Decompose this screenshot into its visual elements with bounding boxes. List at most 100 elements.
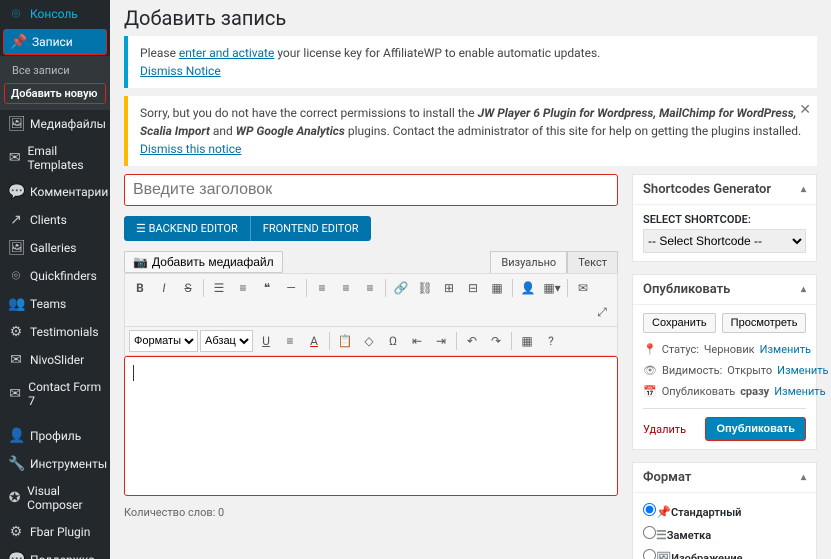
sidebar-item-8[interactable]: 👥Teams: [0, 290, 110, 318]
align-left-icon[interactable]: ≡: [311, 277, 333, 299]
text-tab[interactable]: Текст: [567, 251, 618, 273]
justify-icon[interactable]: ≡: [279, 330, 301, 352]
sidebar-item-12[interactable]: 👤Профиль: [0, 422, 110, 450]
chevron-up-icon: ▴: [801, 184, 806, 195]
align-center-icon[interactable]: ≡: [335, 277, 357, 299]
frontend-editor-tab[interactable]: FRONTEND EDITOR: [250, 216, 371, 241]
sidebar-item-5[interactable]: ↗Clients: [0, 206, 110, 234]
help-icon[interactable]: ?: [540, 330, 562, 352]
camera-icon: 📷: [133, 255, 148, 269]
activate-link[interactable]: enter and activate: [179, 46, 274, 60]
format-option-1[interactable]: ☰Заметка: [643, 524, 806, 544]
shortcode-select[interactable]: -- Select Shortcode --: [643, 229, 806, 253]
metabox-heading[interactable]: Формат▴: [633, 463, 816, 493]
sidebar-icon: ✉: [8, 386, 22, 402]
align-right-icon[interactable]: ≡: [359, 277, 381, 299]
sidebar-item-1[interactable]: 📌Записи: [3, 29, 107, 55]
number-list-icon[interactable]: ≡: [232, 277, 254, 299]
format-option-0[interactable]: 📌Стандартный: [643, 501, 806, 521]
sidebar-icon: ✉: [8, 150, 21, 166]
admin-sidebar: ⌾Консоль📌Записи Все записиДобавить новую 🖼…: [0, 0, 110, 559]
clear-icon[interactable]: ◇: [358, 330, 380, 352]
paragraph-select[interactable]: Абзац: [200, 330, 253, 352]
link-icon[interactable]: 🔗: [390, 277, 412, 299]
shortcodes-metabox: Shortcodes Generator▴ SELECT SHORTCODE: …: [632, 174, 817, 262]
sidebar-icon: 👥: [8, 296, 24, 312]
sidebar-label: Поддержка: [30, 553, 95, 559]
sidebar-item-14[interactable]: ✪Visual Composer: [0, 478, 110, 518]
table-icon[interactable]: ▦▾: [541, 277, 563, 299]
affiliate-notice: Please enter and activate your license k…: [124, 36, 817, 88]
page-title: Добавить запись: [124, 6, 817, 30]
metabox-heading[interactable]: Shortcodes Generator▴: [633, 175, 816, 205]
edit-status-link[interactable]: Изменить: [760, 343, 811, 356]
underline-icon[interactable]: U: [255, 330, 277, 352]
close-icon[interactable]: ✕: [799, 100, 811, 121]
sidebar-item-10[interactable]: ✉NivoSlider: [0, 346, 110, 374]
hr-icon[interactable]: —: [280, 277, 302, 299]
toolbar-toggle-icon[interactable]: ▦: [486, 277, 508, 299]
sidebar-item-3[interactable]: ✉Email Templates: [0, 138, 110, 178]
sidebar-item-9[interactable]: ⚙Testimonials: [0, 318, 110, 346]
sidebar-item-16[interactable]: 💬 Поддержка: [0, 546, 110, 559]
format-radio[interactable]: [643, 503, 656, 516]
undo-icon[interactable]: ↶: [461, 330, 483, 352]
preview-button[interactable]: Просмотреть: [722, 313, 807, 333]
delete-link[interactable]: Удалить: [643, 423, 686, 436]
format-icon: 🖼: [656, 551, 671, 559]
dismiss-link[interactable]: Dismiss Notice: [140, 64, 221, 78]
sidebar-item-7[interactable]: ⌾Quickfinders: [0, 262, 110, 290]
outdent-icon[interactable]: ⇤: [406, 330, 428, 352]
format-radio[interactable]: [643, 549, 656, 559]
format-option-2[interactable]: 🖼Изображение: [643, 547, 806, 559]
text-color-icon[interactable]: A: [303, 330, 325, 352]
bullet-list-icon[interactable]: ☰: [208, 277, 230, 299]
editor-toolbar-row2: Форматы Абзац U ≡ A 📋 ◇ Ω ⇤ ⇥ ↶ ↷ ▦: [124, 327, 618, 356]
more-icon2[interactable]: ⊟: [462, 277, 484, 299]
special-char-icon[interactable]: Ω: [382, 330, 404, 352]
add-media-button[interactable]: 📷Добавить медиафайл: [124, 251, 283, 273]
dismiss-link[interactable]: Dismiss this notice: [140, 142, 241, 156]
sidebar-label: Профиль: [30, 429, 81, 443]
save-draft-button[interactable]: Сохранить: [643, 313, 716, 333]
formats-select[interactable]: Форматы: [129, 330, 198, 352]
content-editor[interactable]: [124, 356, 618, 496]
edit-schedule-link[interactable]: Изменить: [774, 385, 825, 398]
metabox-heading[interactable]: Опубликовать▴: [633, 275, 816, 305]
post-title-input[interactable]: [124, 174, 618, 206]
unlink-icon[interactable]: ⛓: [414, 277, 436, 299]
sidebar-item-4[interactable]: 💬Комментарии: [0, 178, 110, 206]
strike-icon[interactable]: S: [177, 277, 199, 299]
paste-text-icon[interactable]: 📋: [334, 330, 356, 352]
sidebar-item-11[interactable]: ✉Contact Form 7: [0, 374, 110, 414]
notice-text: and: [210, 124, 236, 138]
sidebar-icon: ↗: [8, 212, 24, 228]
schedule-label: Опубликовать: [662, 385, 735, 398]
sidebar-item-15[interactable]: ⚙Fbar Plugin: [0, 518, 110, 546]
sidebar-item-13[interactable]: 🔧Инструменты: [0, 450, 110, 478]
quote-icon[interactable]: ❝: [256, 277, 278, 299]
redo-icon[interactable]: ↷: [485, 330, 507, 352]
sidebar-icon: ✪: [8, 490, 21, 506]
sidebar-icon: 💬: [8, 552, 24, 559]
italic-icon[interactable]: I: [153, 277, 175, 299]
user-icon[interactable]: 👤: [517, 277, 539, 299]
notice-text: Please: [140, 46, 179, 60]
publish-button[interactable]: Опубликовать: [705, 417, 806, 441]
format-icon: ☰: [656, 528, 667, 542]
format-radio[interactable]: [643, 526, 656, 539]
sidebar-item-2[interactable]: 🖼Медиафайлы: [0, 110, 110, 138]
submenu-item-0[interactable]: Все записи: [0, 60, 110, 81]
bold-icon[interactable]: B: [129, 277, 151, 299]
shortcode-icon[interactable]: ▦: [516, 330, 538, 352]
indent-icon[interactable]: ⇥: [430, 330, 452, 352]
submenu-item-1[interactable]: Добавить новую: [4, 83, 106, 104]
envelope-icon[interactable]: ✉: [572, 277, 594, 299]
sidebar-item-6[interactable]: 🖼Galleries: [0, 234, 110, 262]
more-icon[interactable]: ⊞: [438, 277, 460, 299]
fullscreen-icon[interactable]: ⤢: [591, 301, 613, 323]
visual-tab[interactable]: Визуально: [490, 251, 567, 273]
sidebar-item-0[interactable]: ⌾Консоль: [0, 0, 110, 28]
backend-editor-tab[interactable]: ☰ BACKEND EDITOR: [124, 216, 250, 241]
edit-visibility-link[interactable]: Изменить: [777, 364, 828, 377]
